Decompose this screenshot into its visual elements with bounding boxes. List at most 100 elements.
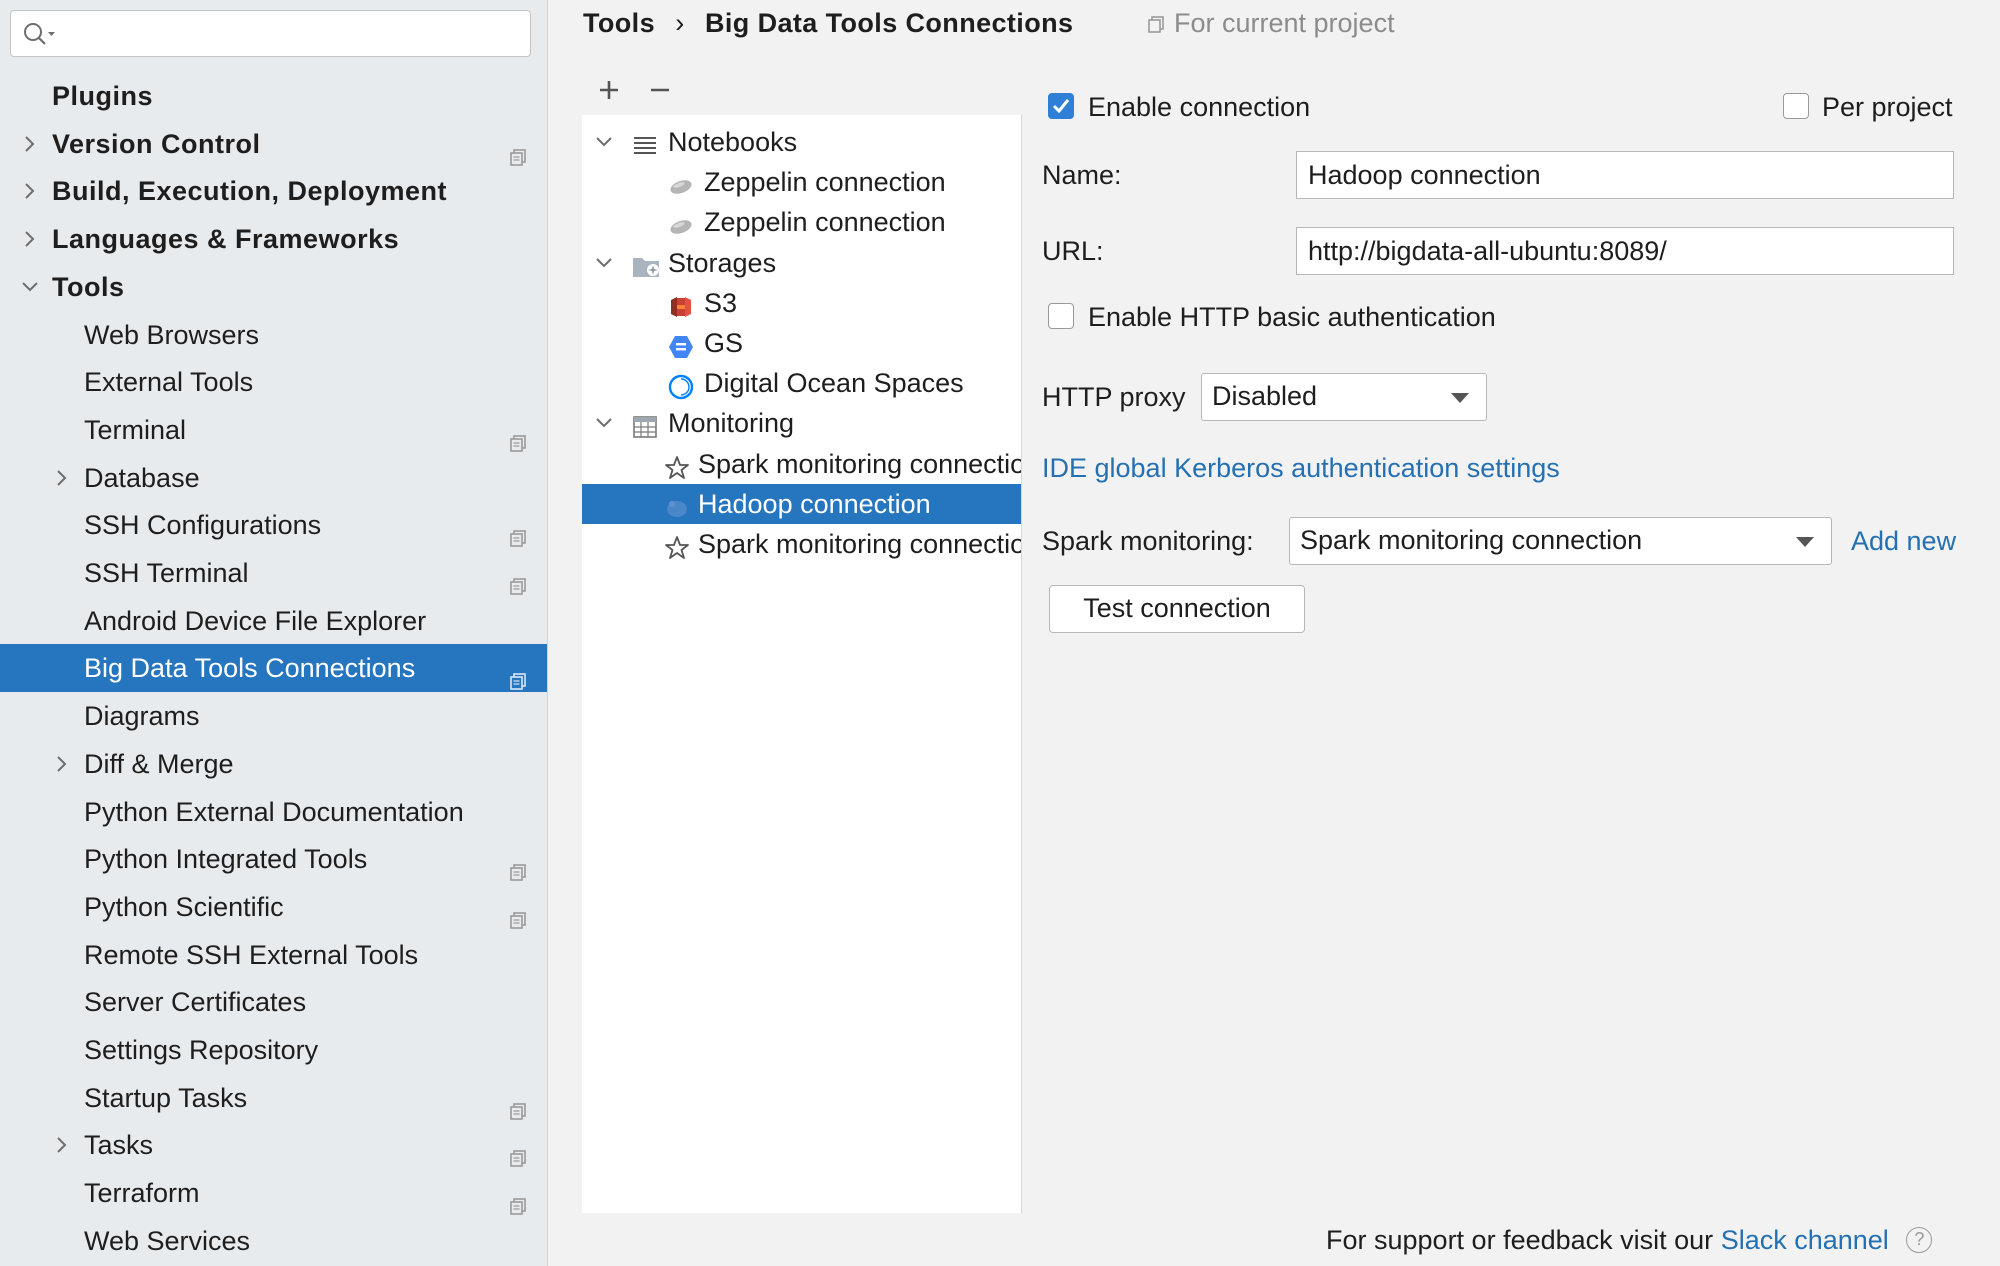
chevron-right-icon[interactable] <box>51 1121 73 1169</box>
tree-group-notebooks[interactable]: Notebooks <box>582 122 1021 162</box>
sidebar-item-label: Remote SSH External Tools <box>84 939 419 970</box>
project-scope-icon <box>1148 16 1164 33</box>
tree-group-storages[interactable]: Storages <box>582 243 1021 283</box>
project-scope-icon <box>508 1183 528 1215</box>
sidebar-item-diagrams[interactable]: Diagrams <box>0 692 547 740</box>
sidebar-item-web-browsers[interactable]: Web Browsers <box>0 311 547 359</box>
dropdown-caret-icon <box>1796 537 1814 547</box>
spark-monitoring-dropdown[interactable]: Spark monitoring connection <box>1289 517 1832 565</box>
settings-sidebar: Plugins Version Control Build, Execution, … <box>0 0 548 1266</box>
tree-item-spark-monitoring-connection[interactable]: Spark monitoring connection <box>582 444 1022 484</box>
tree-item-label: S3 <box>704 287 738 318</box>
project-scope-icon <box>508 897 528 929</box>
zeppelin-icon <box>668 170 694 196</box>
sidebar-item-label: Server Certificates <box>84 987 307 1018</box>
sidebar-item-ssh-terminal[interactable]: SSH Terminal <box>0 549 547 597</box>
sidebar-item-ssh-configurations[interactable]: SSH Configurations <box>0 501 547 549</box>
tree-item-label: Zeppelin connection <box>704 167 946 198</box>
tree-item-digital-ocean-spaces[interactable]: Digital Ocean Spaces <box>582 363 1021 403</box>
sidebar-item-database[interactable]: Database <box>0 454 547 502</box>
per-project-label[interactable]: Per project <box>1822 88 1953 126</box>
tree-item-s3[interactable]: S3 <box>582 283 1021 323</box>
name-field[interactable] <box>1296 151 1954 199</box>
spark-monitoring-label: Spark monitoring: <box>1042 526 1254 556</box>
kerberos-settings-link[interactable]: IDE global Kerberos authentication setti… <box>1042 449 1560 487</box>
minus-icon <box>651 88 669 92</box>
tree-item-spark-monitoring-connection[interactable]: Spark monitoring connection <box>582 524 1021 564</box>
sidebar-item-languages-frameworks[interactable]: Languages & Frameworks <box>0 215 547 263</box>
url-field[interactable] <box>1296 227 1954 275</box>
add-connection-button[interactable] <box>587 68 631 112</box>
chevron-down-icon[interactable] <box>592 403 616 443</box>
project-scope-icon <box>508 134 528 166</box>
scope-hint: For current project <box>1146 0 1395 48</box>
sidebar-item-server-certificates[interactable]: Server Certificates <box>0 978 547 1026</box>
sidebar-item-plugins[interactable]: Plugins <box>0 72 547 120</box>
connections-tree[interactable]: Notebooks Zeppelin connection Zeppelin con… <box>582 115 1022 1213</box>
settings-search-field[interactable] <box>10 10 531 57</box>
chevron-right-icon[interactable] <box>51 740 73 788</box>
sidebar-item-label: SSH Terminal <box>84 558 249 588</box>
sidebar-item-label: Python External Documentation <box>84 796 464 827</box>
sidebar-item-terraform[interactable]: Terraform <box>0 1169 547 1217</box>
test-connection-button[interactable]: Test connection <box>1049 585 1305 633</box>
sidebar-item-label: Startup Tasks <box>84 1082 248 1113</box>
add-new-link[interactable]: Add new <box>1851 522 1956 560</box>
sidebar-item-label: Terminal <box>84 414 187 445</box>
breadcrumb-root[interactable]: Tools <box>583 8 655 38</box>
sidebar-item-tools[interactable]: Tools <box>0 263 547 311</box>
tree-item-label: Storages <box>668 247 777 278</box>
tree-item-gs[interactable]: GS <box>582 323 1021 363</box>
http-proxy-dropdown[interactable]: Disabled <box>1201 373 1487 421</box>
sidebar-item-external-tools[interactable]: External Tools <box>0 358 547 406</box>
basic-auth-label[interactable]: Enable HTTP basic authentication <box>1088 298 1496 336</box>
dropdown-caret-icon <box>1451 393 1469 403</box>
tree-item-label: Spark monitoring connection <box>698 448 1022 479</box>
sidebar-item-python-integrated-tools[interactable]: Python Integrated Tools <box>0 835 547 883</box>
tree-item-label: GS <box>704 328 744 358</box>
sidebar-item-web-services[interactable]: Web Services <box>0 1217 547 1265</box>
slack-channel-link[interactable]: Slack channel <box>1721 1225 1889 1255</box>
help-icon[interactable]: ? <box>1906 1226 1933 1253</box>
sidebar-item-startup-tasks[interactable]: Startup Tasks <box>0 1074 547 1122</box>
remove-connection-button[interactable] <box>638 68 682 112</box>
chevron-down-icon[interactable] <box>19 263 41 311</box>
sidebar-item-remote-ssh-external-tools[interactable]: Remote SSH External Tools <box>0 931 547 979</box>
tree-group-monitoring[interactable]: Monitoring <box>582 403 1021 443</box>
chevron-right-icon[interactable] <box>19 167 41 215</box>
project-scope-icon <box>508 658 528 691</box>
sidebar-item-big-data-tools-connections[interactable]: Big Data Tools Connections <box>0 644 547 693</box>
tree-item-zeppelin-connection[interactable]: Zeppelin connection <box>582 162 1021 202</box>
basic-auth-checkbox[interactable] <box>1048 303 1074 329</box>
plus-icon <box>600 81 618 99</box>
tree-item-zeppelin-connection[interactable]: Zeppelin connection <box>582 202 1021 242</box>
sidebar-item-android-device-file-explorer[interactable]: Android Device File Explorer <box>0 597 547 645</box>
sidebar-item-label: Build, Execution, Deployment <box>52 176 448 207</box>
sidebar-item-terminal[interactable]: Terminal <box>0 406 547 454</box>
sidebar-item-version-control[interactable]: Version Control <box>0 120 547 168</box>
breadcrumb-current: Big Data Tools Connections <box>705 8 1074 38</box>
sidebar-item-build-execution-deployment[interactable]: Build, Execution, Deployment <box>0 167 547 215</box>
tree-item-hadoop-connection[interactable]: Hadoop connection <box>582 483 1021 524</box>
sidebar-item-diff-merge[interactable]: Diff & Merge <box>0 740 547 788</box>
chevron-down-icon[interactable] <box>592 122 616 162</box>
chevron-right-icon[interactable] <box>51 454 73 502</box>
sidebar-item-tasks[interactable]: Tasks <box>0 1121 547 1169</box>
chevron-down-icon[interactable] <box>592 243 616 283</box>
sidebar-item-label: Android Device File Explorer <box>84 605 427 636</box>
per-project-checkbox[interactable] <box>1783 93 1809 119</box>
sidebar-item-settings-repository[interactable]: Settings Repository <box>0 1026 547 1074</box>
enable-connection-checkbox[interactable] <box>1048 93 1074 119</box>
chevron-right-icon[interactable] <box>19 120 41 168</box>
tree-item-label: Monitoring <box>668 408 795 439</box>
enable-connection-label[interactable]: Enable connection <box>1088 88 1310 126</box>
sidebar-item-python-external-documentation[interactable]: Python External Documentation <box>0 788 547 836</box>
project-scope-icon <box>508 515 528 548</box>
sidebar-item-label: Terraform <box>84 1178 200 1209</box>
sidebar-item-label: Languages & Frameworks <box>52 224 400 255</box>
sidebar-item-python-scientific[interactable]: Python Scientific <box>0 883 547 931</box>
search-input[interactable] <box>59 17 519 50</box>
url-label: URL: <box>1042 236 1104 266</box>
sidebar-item-label: Version Control <box>52 128 261 159</box>
chevron-right-icon[interactable] <box>19 215 41 263</box>
